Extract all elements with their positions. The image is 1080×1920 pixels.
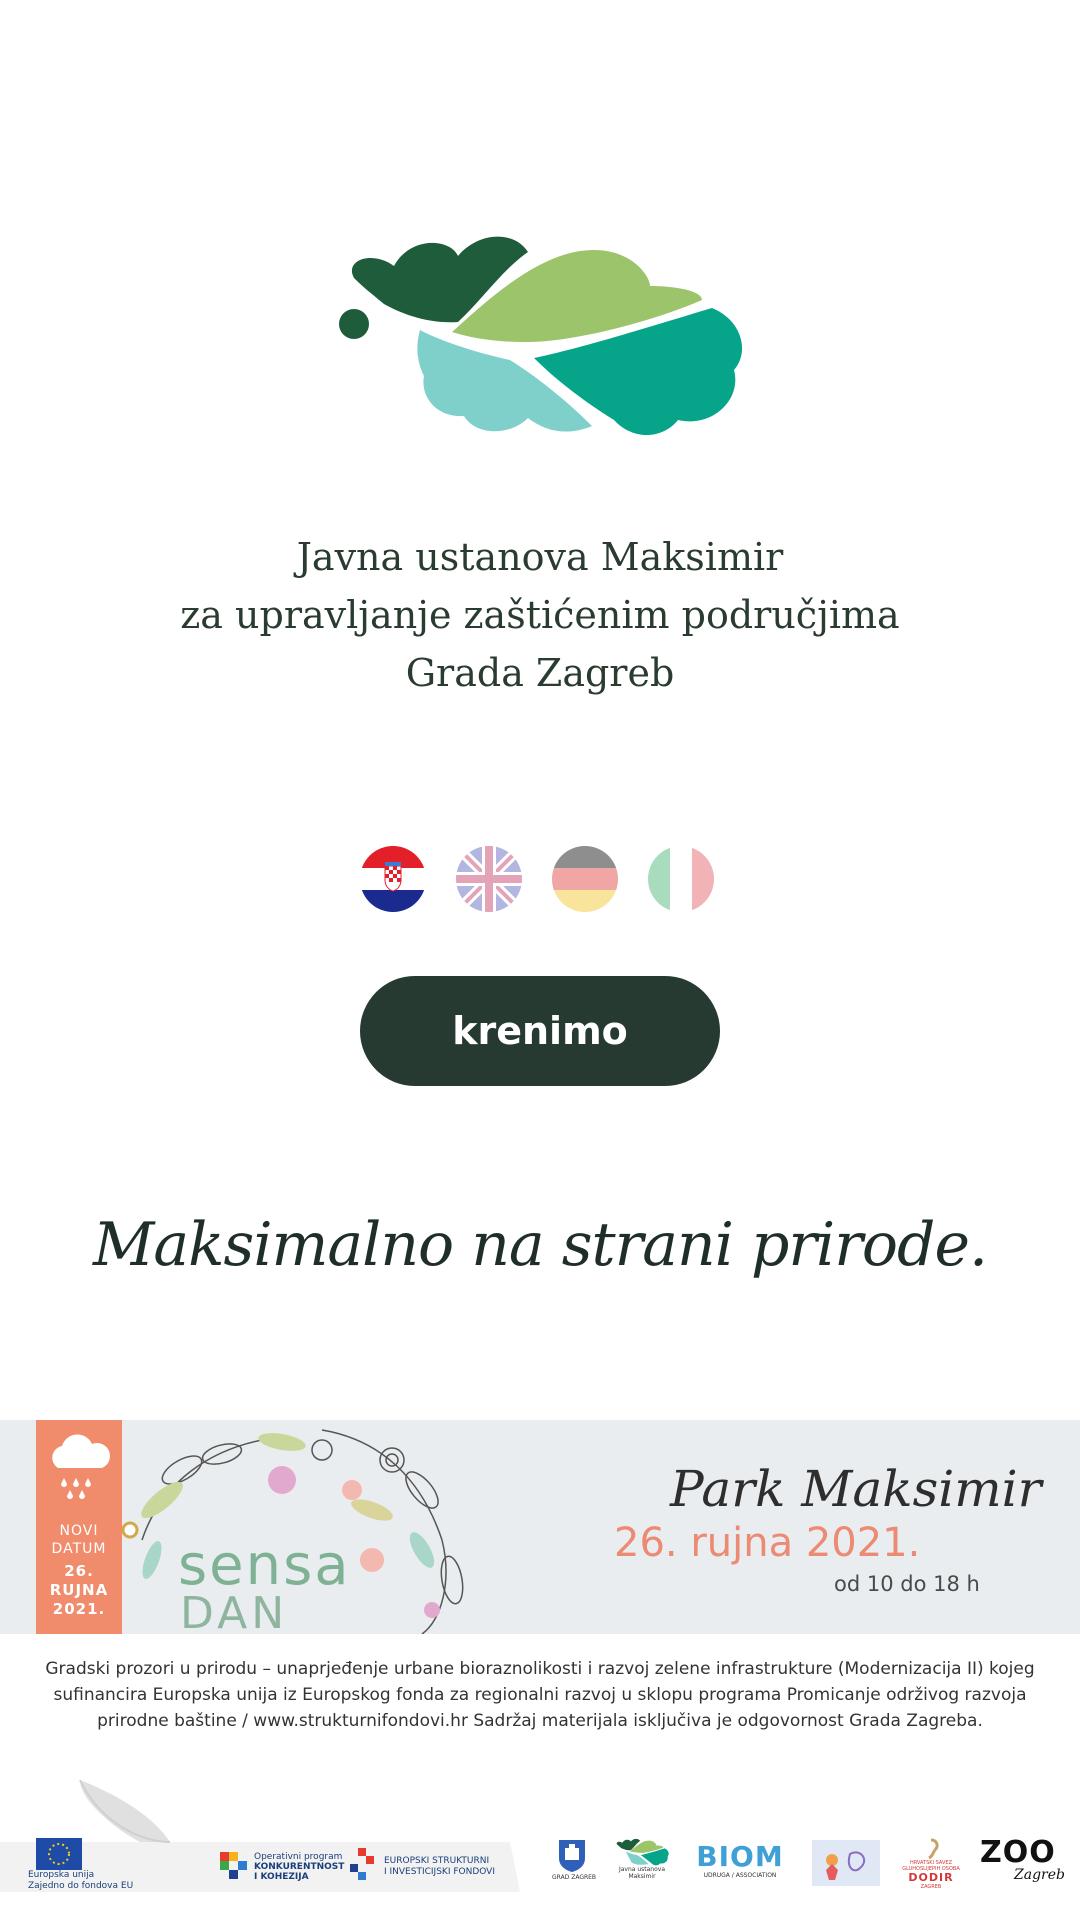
op-line3: I KOHEZIJA [254,1872,309,1882]
calendar-novi: NOVI [59,1523,99,1539]
italy-flag-icon[interactable] [648,846,714,912]
eu-line1: Europska unija [28,1870,95,1880]
event-time: od 10 do 18 h [834,1572,980,1596]
esi-mosaic-icon [350,1848,374,1880]
dodir-text: DODIR [908,1871,954,1884]
calendar-datum: DATUM [51,1541,107,1557]
event-banner[interactable]: NOVI DATUM 26. RUJNA 2021. sensa DAN Par… [0,1420,1080,1634]
zoo-zagreb-logo: ZOO Zagreb [980,1835,1066,1883]
uk-flag-icon[interactable] [456,846,522,912]
ju-maksimir-logo: Javna ustanova Maksimir [610,1838,674,1880]
op-line2: KONKURENTNOST [254,1862,345,1872]
rain-cloud-icon [52,1434,110,1499]
eu-logo: Europska unija Zajedno do fondova EU [28,1838,148,1892]
grad-zagreb-text: GRAD ZAGREB [552,1874,597,1881]
calendar-month: RUJNA [49,1581,109,1599]
ju-line2: Maksimir [628,1873,656,1880]
funding-line-2: sufinancira Europska unija iz Europskog … [53,1685,1027,1705]
funding-notice: Gradski prozori u prirodu – unaprjeđenje… [30,1656,1050,1734]
event-name-dan: DAN [180,1588,289,1635]
children-drawing-logo [812,1840,880,1886]
small-leaf-logo-icon [616,1838,669,1866]
zoo-city: Zagreb [1014,1867,1065,1883]
op-line1: Operativni program [254,1852,343,1862]
eu-flag-icon [36,1838,82,1870]
krenimo-button[interactable]: krenimo [360,976,720,1086]
op-mosaic-icon [220,1852,247,1879]
zoo-text: ZOO [980,1835,1056,1870]
ear-hand-icon [928,1838,939,1860]
dodir-city: ZAGREB [920,1884,942,1890]
biom-logo: BIOM UDRUGA / ASSOCIATION [690,1840,790,1880]
title-line-2: za upravljanje zaštićenim područjima [180,593,900,637]
grad-zagreb-logo: GRAD ZAGREB [552,1838,597,1881]
esi-line2: I INVESTICIJSKI FONDOVI [384,1867,495,1877]
funding-line-1: Gradski prozori u prirodu – unaprjeđenje… [45,1659,1035,1679]
croatia-flag-icon[interactable] [360,846,426,912]
calendar-badge: NOVI DATUM 26. RUJNA 2021. [36,1420,122,1634]
eu-line2: Zajedno do fondova EU [28,1881,134,1891]
biom-sub: UDRUGA / ASSOCIATION [703,1872,777,1879]
esi-line1: EUROPSKI STRUKTURNI [384,1856,490,1866]
calendar-day: 26. [64,1562,94,1580]
zagreb-coat-of-arms-icon [559,1840,585,1872]
maksimir-leaf-logo [339,236,743,435]
slogan: Maksimalno na strani prirode. [92,1210,988,1280]
organization-title: Javna ustanova Maksimir za upravljanje z… [0,528,1080,702]
title-line-3: Grada Zagreb [405,651,675,695]
partner-logos: Europska unija Zajedno do fondova EU Ope… [0,1760,1080,1920]
funding-line-3: prirodne baštine / www.strukturnifondovi… [97,1711,983,1731]
title-line-1: Javna ustanova Maksimir [296,535,784,579]
germany-flag-icon[interactable] [552,846,618,912]
biom-text: BIOM [696,1840,784,1873]
calendar-year: 2021. [52,1600,106,1618]
dodir-logo: HRVATSKI SAVEZ GLUHOSLIJEPIH OSOBA DODIR… [896,1838,966,1890]
event-location: Park Maksimir [670,1460,1042,1518]
event-name-sensa: sensa [178,1533,351,1598]
language-selector [360,846,730,914]
ju-line1: Javna ustanova [618,1866,666,1873]
event-date: 26. rujna 2021. [614,1520,921,1566]
